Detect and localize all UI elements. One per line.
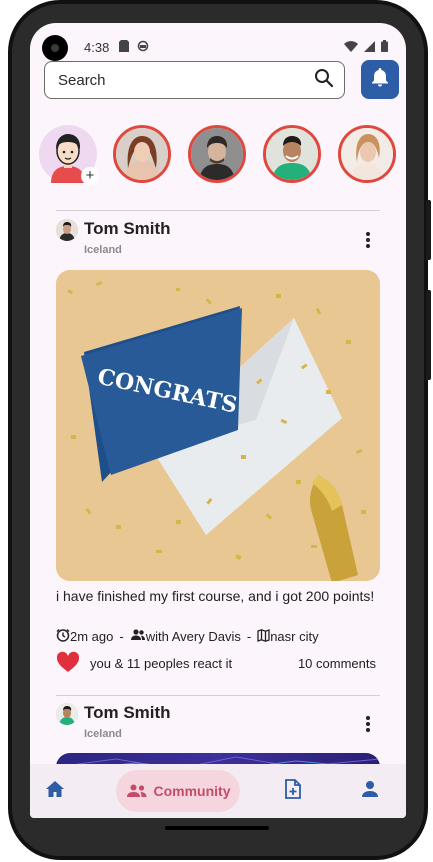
post-time: 2m ago <box>70 629 114 644</box>
add-icon: + <box>81 167 99 185</box>
post-image[interactable]: CONGRATS <box>56 270 380 581</box>
author-location: Iceland <box>84 728 122 740</box>
wifi-icon <box>344 40 358 55</box>
person-icon <box>361 780 379 803</box>
sync-icon <box>137 40 149 55</box>
post-with[interactable]: with Avery Davis <box>146 629 241 644</box>
bell-icon <box>371 67 389 92</box>
sd-card-icon <box>119 39 130 55</box>
author-name[interactable]: Tom Smith <box>84 219 171 239</box>
post-divider <box>56 210 380 211</box>
story-avatar[interactable] <box>188 125 246 183</box>
stories-row: + <box>38 125 406 185</box>
people-icon <box>130 629 146 644</box>
search-input[interactable] <box>58 71 314 89</box>
post-header: Tom Smith Iceland <box>56 703 171 740</box>
author-avatar[interactable] <box>56 219 78 241</box>
comments-link[interactable]: 10 comments <box>298 656 376 671</box>
map-icon <box>257 628 270 645</box>
home-indicator[interactable] <box>165 826 269 830</box>
post-divider <box>56 695 380 696</box>
front-camera <box>42 35 68 61</box>
bottom-navigation: Community <box>30 764 406 818</box>
status-time: 4:38 <box>84 39 110 55</box>
signal-icon <box>364 40 375 55</box>
notifications-button[interactable] <box>361 60 399 99</box>
add-file-icon <box>284 778 302 804</box>
add-story-button[interactable]: + <box>39 125 99 185</box>
nav-add-post[interactable] <box>274 770 312 812</box>
heart-icon[interactable] <box>56 651 80 676</box>
reactions-row: you & 11 peoples react it 10 comments <box>56 651 376 675</box>
post-header: Tom Smith Iceland <box>56 219 171 256</box>
search-bar[interactable] <box>44 61 345 99</box>
author-avatar[interactable] <box>56 703 78 725</box>
battery-icon <box>381 39 388 55</box>
search-icon[interactable] <box>314 68 334 93</box>
story-avatar[interactable] <box>263 125 321 183</box>
status-bar: 4:38 <box>84 39 388 55</box>
nav-community-label: Community <box>153 783 231 799</box>
nav-community[interactable]: Community <box>116 770 240 812</box>
post-meta: 2m ago - with Avery Davis - nasr city <box>56 628 319 645</box>
post-caption: i have finished my first course, and i g… <box>56 588 375 604</box>
author-name[interactable]: Tom Smith <box>84 703 171 723</box>
group-icon <box>126 784 148 798</box>
story-avatar[interactable] <box>338 125 396 183</box>
more-options-icon[interactable] <box>362 714 374 734</box>
author-location: Iceland <box>84 244 122 256</box>
home-icon <box>45 780 65 803</box>
more-options-icon[interactable] <box>362 230 374 250</box>
nav-home[interactable] <box>36 770 74 812</box>
clock-icon <box>56 628 70 645</box>
nav-profile[interactable] <box>351 770 389 812</box>
volume-button <box>426 200 431 260</box>
story-avatar[interactable] <box>113 125 171 183</box>
post-place[interactable]: nasr city <box>270 629 318 644</box>
reactions-text[interactable]: you & 11 peoples react it <box>90 656 232 671</box>
app-screen: 4:38 Search + Tom Smith Iceland CONGRATS… <box>30 23 406 818</box>
power-button <box>426 290 431 380</box>
